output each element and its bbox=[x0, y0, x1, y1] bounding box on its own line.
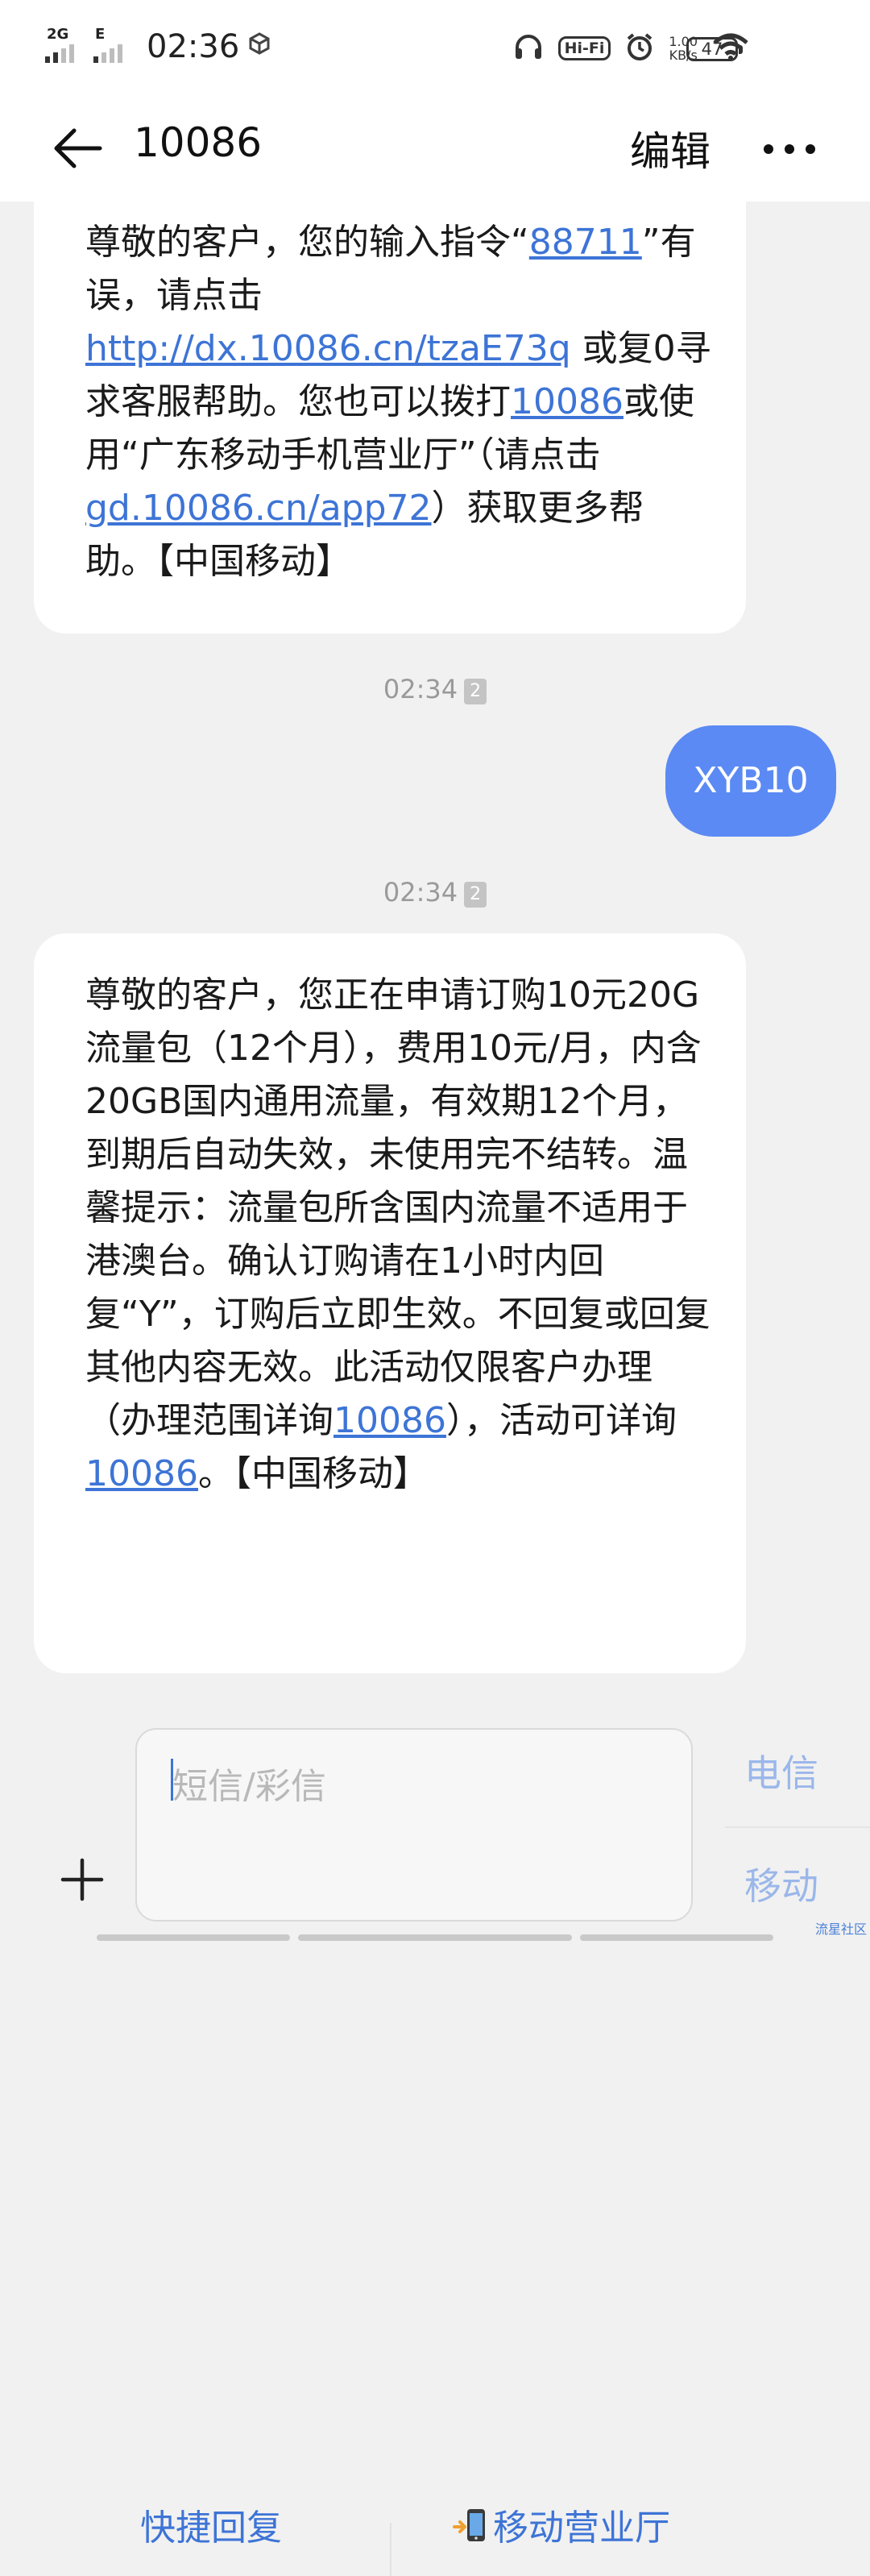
plus-icon bbox=[60, 1858, 104, 1901]
sim-badge: 2 bbox=[464, 882, 487, 908]
message-link[interactable]: 10086 bbox=[511, 381, 624, 422]
sim-badge: 2 bbox=[464, 679, 487, 704]
message-actions: 快捷回复 移动营业厅 bbox=[34, 2487, 746, 2576]
sim2-network-label: E bbox=[95, 26, 106, 43]
message-text: 。【中国移动】 bbox=[197, 1453, 429, 1494]
message-text: 尊敬的客户，您的输入指令“ bbox=[85, 222, 529, 263]
composer-bar: 短信/彩信 电信 移动 bbox=[0, 1712, 870, 1941]
headphones-icon bbox=[513, 32, 544, 64]
actions-divider bbox=[390, 2523, 392, 2576]
more-dots-icon bbox=[764, 144, 773, 154]
watermark: 流星社区 bbox=[814, 1922, 867, 1937]
mobile-phone-icon bbox=[453, 2509, 485, 2541]
more-options-button[interactable] bbox=[764, 137, 815, 161]
mobile-hall-label: 移动营业厅 bbox=[493, 2507, 670, 2549]
back-button[interactable] bbox=[52, 123, 103, 174]
sim2-signal-icon: E bbox=[93, 27, 135, 66]
message-link[interactable]: http://dx.10086.cn/tzaE73q bbox=[85, 328, 571, 369]
message-link[interactable]: 88711 bbox=[529, 222, 642, 263]
timestamp-time: 02:34 bbox=[383, 877, 458, 908]
message-text: ），活动可详询 bbox=[445, 1400, 677, 1441]
timestamp-time: 02:34 bbox=[383, 674, 458, 704]
send-divider bbox=[725, 1826, 870, 1828]
add-attachment-button[interactable] bbox=[60, 1857, 105, 1902]
message-text: 尊敬的客户，您正在申请订购10元20G流量包（12个月），费用10元/月，内含2… bbox=[85, 974, 710, 1441]
battery-level: 47 bbox=[701, 39, 723, 59]
message-text: XYB10 bbox=[693, 760, 809, 801]
outgoing-message-bubble[interactable]: XYB10 bbox=[665, 725, 836, 837]
message-link[interactable]: gd.10086.cn/app72 bbox=[85, 488, 432, 529]
sim1-signal-icon: 2G bbox=[45, 27, 87, 66]
gesture-bar[interactable] bbox=[97, 1934, 290, 1941]
sms-input-placeholder: 短信/彩信 bbox=[172, 1766, 326, 1807]
alarm-icon bbox=[625, 32, 654, 64]
quick-reply-button[interactable]: 快捷回复 bbox=[140, 2502, 282, 2555]
edit-button[interactable]: 编辑 bbox=[630, 119, 710, 177]
battery-icon: 47 bbox=[686, 37, 743, 61]
conversation-title: 10086 bbox=[134, 119, 263, 166]
send-via-sim1-button[interactable]: 电信 bbox=[744, 1744, 818, 1797]
arrow-left-icon bbox=[54, 128, 102, 168]
message-link[interactable]: 10086 bbox=[334, 1400, 446, 1441]
message-timestamp: 02:34 2 bbox=[0, 877, 870, 908]
status-time: 02:36 bbox=[147, 28, 240, 65]
sms-input[interactable]: 短信/彩信 bbox=[135, 1728, 693, 1922]
hifi-badge: Hi-Fi bbox=[557, 36, 611, 60]
conversation-header: 10086 编辑 bbox=[0, 97, 870, 202]
send-via-sim2-button[interactable]: 移动 bbox=[744, 1857, 818, 1910]
status-bar: 2G E 02:36 Hi-Fi 1.00 KB/s 47 bbox=[0, 0, 870, 97]
message-timestamp: 02:34 2 bbox=[0, 674, 870, 704]
gesture-bar[interactable] bbox=[580, 1934, 773, 1941]
sim1-network-label: 2G bbox=[47, 26, 69, 43]
cube-icon bbox=[247, 31, 271, 62]
mobile-hall-button[interactable]: 移动营业厅 bbox=[453, 2502, 670, 2555]
incoming-message-bubble[interactable]: 尊敬的客户，您的输入指令“88711”有误，请点击 http://dx.10086… bbox=[34, 193, 746, 634]
gesture-bar[interactable] bbox=[298, 1934, 572, 1941]
message-body: 尊敬的客户，您正在申请订购10元20G流量包（12个月），费用10元/月，内含2… bbox=[85, 969, 714, 1501]
incoming-message-bubble[interactable]: 尊敬的客户，您正在申请订购10元20G流量包（12个月），费用10元/月，内含2… bbox=[34, 933, 746, 2576]
message-link[interactable]: 10086 bbox=[85, 1453, 198, 1494]
